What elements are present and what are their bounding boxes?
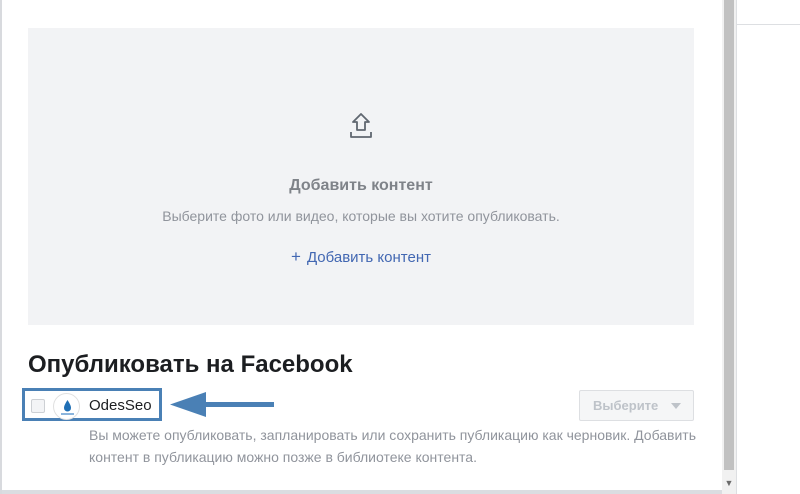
page-avatar <box>53 393 80 420</box>
annotation-arrow-icon <box>170 392 274 417</box>
upload-icon <box>350 113 372 138</box>
chevron-down-icon <box>671 403 681 409</box>
scroll-down-arrow-icon[interactable]: ▼ <box>722 476 736 490</box>
page-checkbox[interactable] <box>31 399 45 413</box>
dialog-bottom-edge <box>2 490 722 494</box>
upload-dropzone[interactable]: Добавить контент Выберите фото или видео… <box>28 28 694 325</box>
page-select-dropdown[interactable]: Выберите <box>579 390 694 421</box>
page-select-label: Выберите <box>593 398 659 413</box>
plus-icon: + <box>291 247 301 266</box>
panel-divider <box>737 24 800 25</box>
add-content-link[interactable]: + Добавить контент <box>28 247 694 267</box>
page-logo-icon <box>61 400 74 415</box>
publish-section-title: Опубликовать на Facebook <box>28 351 353 378</box>
create-post-dialog: Добавить контент Выберите фото или видео… <box>2 0 722 490</box>
background-right-panel <box>736 0 800 494</box>
add-content-link-label: Добавить контент <box>306 249 431 266</box>
scrollbar-thumb[interactable] <box>724 0 734 470</box>
upload-description: Выберите фото или видео, которые вы хоти… <box>162 208 560 224</box>
upload-title: Добавить контент <box>289 177 433 194</box>
page-select-row[interactable]: OdesSeo <box>22 388 162 421</box>
page-name: OdesSeo <box>89 397 152 414</box>
publish-help-text: Вы можете опубликовать, запланировать ил… <box>89 427 697 465</box>
dialog-scrollbar[interactable]: ▼ <box>722 0 736 494</box>
